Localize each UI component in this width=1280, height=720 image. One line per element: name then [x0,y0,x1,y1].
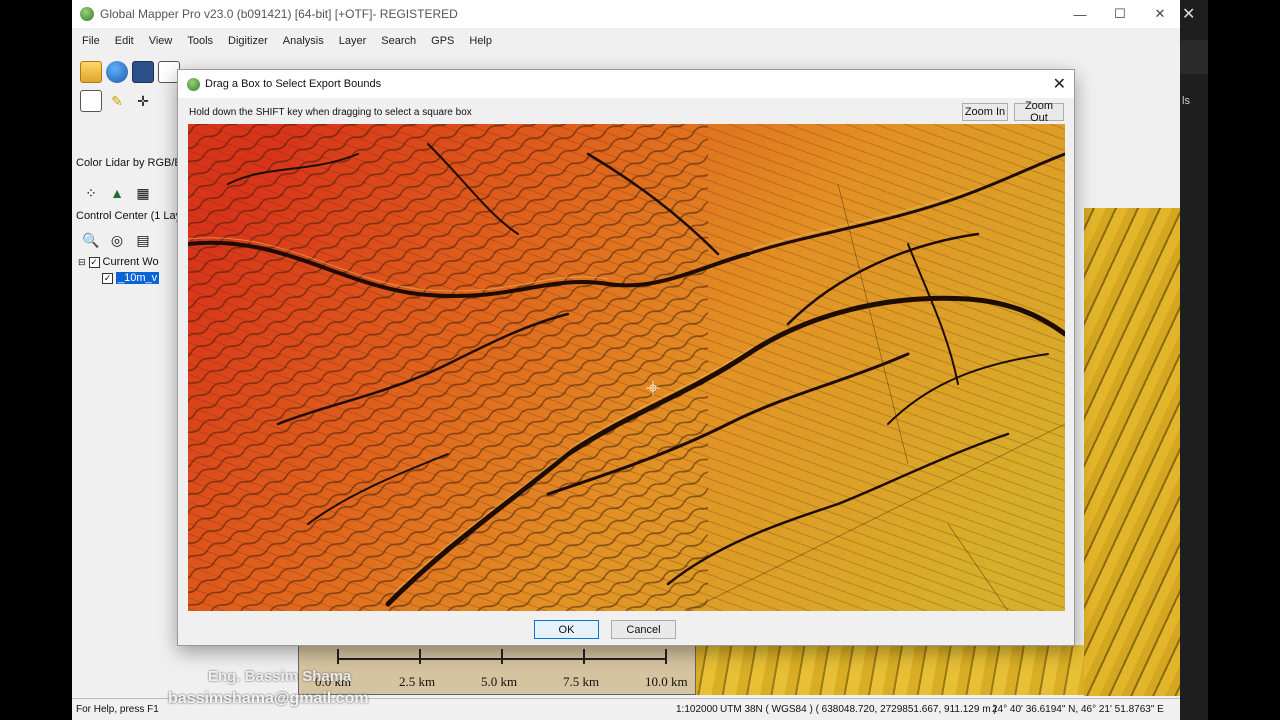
dialog-titlebar: Drag a Box to Select Export Bounds ✕ [178,70,1074,98]
main-map-view[interactable] [1084,208,1180,696]
scale-tick [501,649,503,664]
layout-icon[interactable] [80,90,102,112]
export-bounds-dialog: Drag a Box to Select Export Bounds ✕ Hol… [177,69,1075,646]
strip-tab [1180,40,1208,74]
menu-edit[interactable]: Edit [115,35,134,47]
tree-layer[interactable]: ✓ _10m_v [78,270,160,286]
scale-label: 2.5 km [399,674,436,689]
menu-help[interactable]: Help [469,35,492,47]
app-title: Global Mapper Pro v23.0 (b091421) [64-bi… [100,7,458,21]
background-window-strip: ✕ ls [1180,0,1208,720]
scale-label: 5.0 km [481,674,518,689]
terrain-map-svg[interactable] [188,124,1065,611]
app-globe-icon [80,7,94,21]
menu-file[interactable]: File [82,35,100,47]
layer-tree: ⊟ ✓ Current Wo ✓ _10m_v [78,254,160,286]
tree-layer-label[interactable]: _10m_v [116,272,160,284]
maximize-button[interactable]: ☐ [1100,0,1140,28]
globe-icon[interactable] [106,61,128,83]
tree-root-label: Current Wo [102,256,159,268]
options-icon[interactable]: ◎ [106,229,128,251]
crosshair-icon[interactable]: ✛ [132,90,154,112]
menu-search[interactable]: Search [381,35,416,47]
tree-root-checkbox[interactable]: ✓ [88,256,100,268]
menu-bar: File Edit View Tools Digitizer Analysis … [72,30,507,52]
screen: ✕ ls Global Mapper Pro v23.0 (b091421) [… [0,0,1280,720]
cancel-button[interactable]: Cancel [611,620,676,639]
strip-close-icon[interactable]: ✕ [1182,4,1195,24]
scale-tick [419,649,421,664]
menu-view[interactable]: View [149,35,173,47]
style-label: Color Lidar by RGB/E [76,157,182,169]
terrain-map[interactable] [188,124,1065,611]
save-icon[interactable] [132,61,154,83]
scale-tick [337,649,339,664]
watermark-name: Eng. Bassim Shama [208,668,352,685]
status-scale: 1:102000 [676,704,718,715]
metadata-icon[interactable]: ▤ [132,229,154,251]
layers-icon[interactable]: ▦ [132,182,154,204]
points-icon[interactable]: ⁘ [80,182,102,204]
status-coords: UTM 38N ( WGS84 ) ( 638048.720, 2729851.… [720,704,997,715]
menu-layer[interactable]: Layer [339,35,367,47]
scale-bar: 0.0 km 2.5 km 5.0 km 7.5 km 10.0 km [298,645,696,695]
minimize-button[interactable]: — [1060,0,1100,28]
dialog-title: Drag a Box to Select Export Bounds [205,78,382,90]
open-folder-icon[interactable] [80,61,102,83]
control-center-toolbar: 🔍 ◎ ▤ [80,226,154,254]
scale-tick [583,649,585,664]
toolbar-main [80,58,180,86]
zoom-in-button[interactable]: Zoom In [962,103,1008,121]
layer-toolbar: ⁘ ▲ ▦ [80,179,154,207]
strip-label: ls [1182,95,1190,107]
dialog-close-icon[interactable]: ✕ [1053,74,1066,94]
main-map-view-lower[interactable] [696,645,1084,695]
tree-layer-checkbox[interactable]: ✓ [102,272,113,284]
digitize-icon[interactable]: ✎ [106,90,128,112]
status-help: For Help, press F1 [76,704,159,715]
dialog-globe-icon [187,77,200,91]
close-button[interactable]: ✕ [1140,0,1180,28]
menu-digitizer[interactable]: Digitizer [228,35,268,47]
tree-collapse-icon[interactable]: ⊟ [78,257,86,268]
menu-analysis[interactable]: Analysis [283,35,324,47]
zoom-layer-icon[interactable]: 🔍 [80,229,102,251]
status-latlon: 24° 40' 36.6194" N, 46° 21' 51.8763" E [992,704,1164,715]
app-titlebar: Global Mapper Pro v23.0 (b091421) [64-bi… [72,0,1180,28]
dialog-hint: Hold down the SHIFT key when dragging to… [189,107,472,118]
tree-root[interactable]: ⊟ ✓ Current Wo [78,254,159,270]
control-center-title: Control Center (1 Layer [76,210,191,222]
terrain-texture-fine [188,124,1065,611]
ok-button[interactable]: OK [534,620,599,639]
scale-label: 10.0 km [645,674,688,689]
watermark-email: bassimshama@gmail.com [168,690,369,707]
menu-tools[interactable]: Tools [187,35,213,47]
scale-label: 7.5 km [563,674,600,689]
scale-tick [665,649,667,664]
toolbar-secondary: ✎ ✛ [80,87,154,115]
window-controls: — ☐ ✕ [1060,0,1180,28]
menu-gps[interactable]: GPS [431,35,454,47]
zoom-out-button[interactable]: Zoom Out [1014,100,1064,124]
terrain-icon[interactable]: ▲ [106,182,128,204]
